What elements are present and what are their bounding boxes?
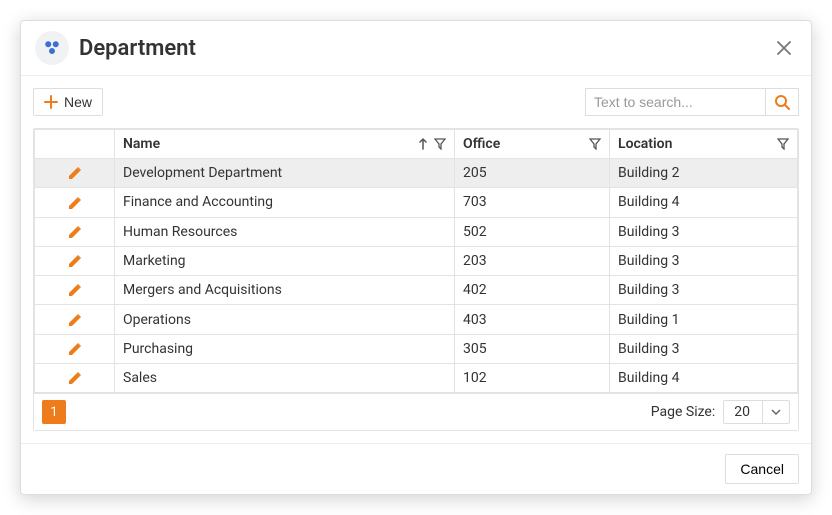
edit-cell[interactable] bbox=[35, 364, 115, 393]
cell-name: Marketing bbox=[115, 246, 455, 275]
pencil-icon[interactable] bbox=[67, 165, 83, 181]
edit-cell[interactable] bbox=[35, 276, 115, 305]
cancel-button[interactable]: Cancel bbox=[725, 454, 799, 484]
sort-asc-icon[interactable] bbox=[418, 138, 428, 150]
new-button-label: New bbox=[64, 94, 92, 110]
column-header-name[interactable]: Name bbox=[115, 130, 455, 159]
pencil-icon[interactable] bbox=[67, 282, 83, 298]
column-header-location-label: Location bbox=[618, 136, 672, 152]
dialog-header: Department bbox=[21, 21, 811, 76]
table-row[interactable]: Finance and Accounting703Building 4 bbox=[35, 188, 798, 217]
pencil-icon[interactable] bbox=[67, 253, 83, 269]
page-number-current[interactable]: 1 bbox=[42, 400, 66, 424]
cell-name: Development Department bbox=[115, 159, 455, 188]
caret-down-icon bbox=[771, 409, 781, 415]
cancel-button-label: Cancel bbox=[740, 461, 784, 477]
dialog-body: New Name bbox=[21, 76, 811, 443]
table-row[interactable]: Development Department205Building 2 bbox=[35, 159, 798, 188]
cell-name: Human Resources bbox=[115, 217, 455, 246]
edit-cell[interactable] bbox=[35, 246, 115, 275]
cell-name: Finance and Accounting bbox=[115, 188, 455, 217]
pencil-icon[interactable] bbox=[67, 341, 83, 357]
filter-icon[interactable] bbox=[434, 138, 446, 150]
edit-cell[interactable] bbox=[35, 188, 115, 217]
edit-cell[interactable] bbox=[35, 305, 115, 334]
cell-office: 205 bbox=[455, 159, 610, 188]
close-button[interactable] bbox=[771, 34, 797, 62]
department-dialog: Department New bbox=[20, 20, 812, 495]
search-input[interactable] bbox=[585, 88, 765, 116]
header-row: Name Office bbox=[35, 130, 798, 159]
cell-office: 502 bbox=[455, 217, 610, 246]
cell-office: 703 bbox=[455, 188, 610, 217]
page-size-caret[interactable] bbox=[762, 401, 789, 423]
cell-office: 305 bbox=[455, 334, 610, 363]
cell-name: Sales bbox=[115, 364, 455, 393]
pencil-icon[interactable] bbox=[67, 311, 83, 327]
cell-location: Building 4 bbox=[610, 188, 798, 217]
plus-icon bbox=[44, 95, 58, 109]
pager: 1 Page Size: 20 bbox=[34, 393, 798, 430]
department-icon bbox=[35, 31, 69, 65]
cell-location: Building 3 bbox=[610, 276, 798, 305]
page-size-label: Page Size: bbox=[651, 404, 716, 420]
cell-office: 403 bbox=[455, 305, 610, 334]
edit-cell[interactable] bbox=[35, 334, 115, 363]
new-button[interactable]: New bbox=[33, 88, 103, 116]
toolbar: New bbox=[33, 88, 799, 116]
table-row[interactable]: Sales102Building 4 bbox=[35, 364, 798, 393]
edit-cell[interactable] bbox=[35, 159, 115, 188]
cell-office: 203 bbox=[455, 246, 610, 275]
close-icon bbox=[777, 41, 791, 55]
pencil-icon[interactable] bbox=[67, 224, 83, 240]
pencil-icon[interactable] bbox=[67, 194, 83, 210]
grid: Name Office bbox=[33, 128, 799, 431]
cell-office: 102 bbox=[455, 364, 610, 393]
column-header-name-label: Name bbox=[123, 136, 160, 152]
column-header-location[interactable]: Location bbox=[610, 130, 798, 159]
cell-office: 402 bbox=[455, 276, 610, 305]
cell-location: Building 4 bbox=[610, 364, 798, 393]
cell-name: Operations bbox=[115, 305, 455, 334]
table-row[interactable]: Purchasing305Building 3 bbox=[35, 334, 798, 363]
cell-location: Building 3 bbox=[610, 334, 798, 363]
cell-location: Building 3 bbox=[610, 246, 798, 275]
cell-name: Mergers and Acquisitions bbox=[115, 276, 455, 305]
search-icon bbox=[774, 94, 790, 110]
table-row[interactable]: Human Resources502Building 3 bbox=[35, 217, 798, 246]
column-header-edit[interactable] bbox=[35, 130, 115, 159]
column-header-office[interactable]: Office bbox=[455, 130, 610, 159]
page-size-value: 20 bbox=[724, 401, 762, 423]
cell-location: Building 1 bbox=[610, 305, 798, 334]
edit-cell[interactable] bbox=[35, 217, 115, 246]
filter-icon[interactable] bbox=[777, 138, 789, 150]
pencil-icon[interactable] bbox=[67, 370, 83, 386]
filter-icon[interactable] bbox=[589, 138, 601, 150]
table-row[interactable]: Operations403Building 1 bbox=[35, 305, 798, 334]
table-row[interactable]: Mergers and Acquisitions402Building 3 bbox=[35, 276, 798, 305]
page-size-select[interactable]: 20 bbox=[723, 400, 790, 424]
dialog-title: Department bbox=[79, 36, 771, 61]
search-button[interactable] bbox=[765, 88, 799, 116]
search-group bbox=[585, 88, 799, 116]
cell-location: Building 2 bbox=[610, 159, 798, 188]
cell-name: Purchasing bbox=[115, 334, 455, 363]
table-row[interactable]: Marketing203Building 3 bbox=[35, 246, 798, 275]
cell-location: Building 3 bbox=[610, 217, 798, 246]
dialog-footer: Cancel bbox=[21, 443, 811, 494]
column-header-office-label: Office bbox=[463, 136, 500, 152]
